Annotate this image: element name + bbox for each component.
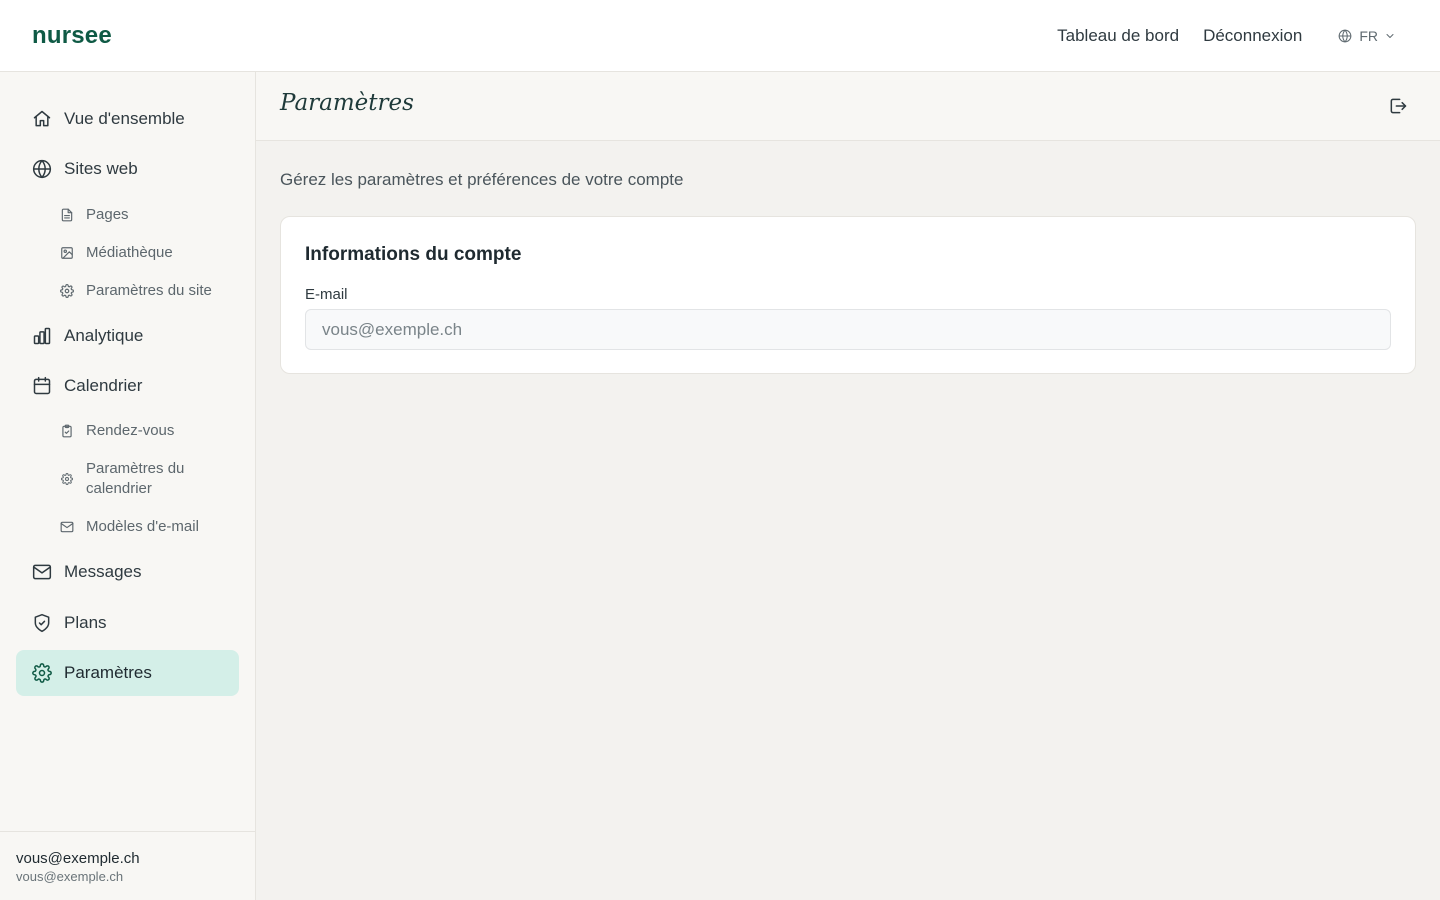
sidebar-item-label: Calendrier bbox=[64, 376, 143, 395]
page-header: Paramètres bbox=[256, 72, 1440, 141]
sidebar-subitem-email-templates[interactable]: Modèles d'e-mail bbox=[60, 517, 240, 537]
logout-icon[interactable] bbox=[1388, 96, 1408, 116]
chevron-down-icon bbox=[1384, 30, 1396, 42]
user-profile[interactable]: vous@exemple.ch vous@exemple.ch bbox=[0, 831, 255, 900]
top-bar: nursee Tableau de bord Déconnexion FR bbox=[0, 0, 1440, 72]
sidebar-subitem-pages[interactable]: Pages bbox=[60, 205, 240, 225]
sidebar-subitem-label: Pages bbox=[86, 206, 129, 223]
sidebar-item-calendar[interactable]: Calendrier bbox=[16, 363, 239, 409]
language-label: FR bbox=[1359, 28, 1378, 44]
email-label: E-mail bbox=[305, 286, 348, 303]
sidebar-item-label: Paramètres bbox=[64, 663, 152, 682]
globe-icon bbox=[32, 159, 52, 179]
sidebar-item-label: Analytique bbox=[64, 326, 144, 345]
mail-icon bbox=[32, 562, 52, 582]
sidebar-item-websites[interactable]: Sites web bbox=[16, 146, 239, 192]
user-name: vous@exemple.ch bbox=[16, 850, 140, 867]
sidebar-item-analytics[interactable]: Analytique bbox=[16, 313, 239, 359]
account-info-card: Informations du compte E-mail bbox=[280, 216, 1416, 374]
app-logo[interactable]: nursee bbox=[32, 22, 112, 50]
dashboard-link[interactable]: Tableau de bord bbox=[1057, 26, 1179, 46]
top-nav: Tableau de bord Déconnexion FR bbox=[1057, 0, 1396, 72]
sidebar-subitem-label: Médiathèque bbox=[86, 244, 173, 261]
sidebar-subitem-label: Modèles d'e-mail bbox=[86, 518, 199, 535]
mail-icon bbox=[60, 520, 74, 534]
gear-icon bbox=[32, 663, 52, 683]
shield-icon bbox=[32, 613, 52, 633]
page-subtitle: Gérez les paramètres et préférences de v… bbox=[280, 170, 684, 189]
file-icon bbox=[60, 208, 74, 222]
home-icon bbox=[32, 109, 52, 129]
bar-chart-icon bbox=[32, 326, 52, 346]
language-selector[interactable]: FR bbox=[1338, 28, 1396, 44]
sidebar-item-settings[interactable]: Paramètres bbox=[16, 650, 239, 696]
sidebar-item-label: Sites web bbox=[64, 159, 138, 178]
image-icon bbox=[60, 246, 74, 260]
sidebar-subitem-label: Paramètres du calendrier bbox=[86, 460, 185, 497]
logout-link[interactable]: Déconnexion bbox=[1203, 26, 1302, 46]
sidebar-subitem-media[interactable]: Médiathèque bbox=[60, 243, 240, 263]
page-title: Paramètres bbox=[280, 90, 414, 116]
sidebar: Vue d'ensemble Sites web Pages Médiathèq… bbox=[0, 72, 256, 900]
sidebar-item-overview[interactable]: Vue d'ensemble bbox=[16, 96, 239, 142]
user-email: vous@exemple.ch bbox=[16, 869, 124, 884]
calendar-icon bbox=[32, 376, 52, 396]
sidebar-subitem-label: Rendez-vous bbox=[86, 422, 175, 439]
sidebar-subitem-site-settings[interactable]: Paramètres du site bbox=[60, 281, 240, 301]
sidebar-item-messages[interactable]: Messages bbox=[16, 549, 239, 595]
gear-icon bbox=[60, 472, 74, 486]
sidebar-item-label: Vue d'ensemble bbox=[64, 109, 185, 128]
sidebar-item-label: Plans bbox=[64, 613, 107, 632]
sidebar-item-plans[interactable]: Plans bbox=[16, 600, 239, 646]
sidebar-subitem-calendar-settings[interactable]: Paramètres du calendrier bbox=[60, 459, 240, 499]
sidebar-subitem-label: Paramètres du site bbox=[86, 282, 212, 299]
sidebar-item-label: Messages bbox=[64, 562, 142, 581]
globe-icon bbox=[1338, 29, 1352, 43]
card-title: Informations du compte bbox=[305, 244, 522, 265]
gear-icon bbox=[60, 284, 74, 298]
sidebar-subitem-appointments[interactable]: Rendez-vous bbox=[60, 421, 240, 441]
clipboard-icon bbox=[60, 424, 74, 438]
email-input[interactable] bbox=[305, 309, 1391, 350]
